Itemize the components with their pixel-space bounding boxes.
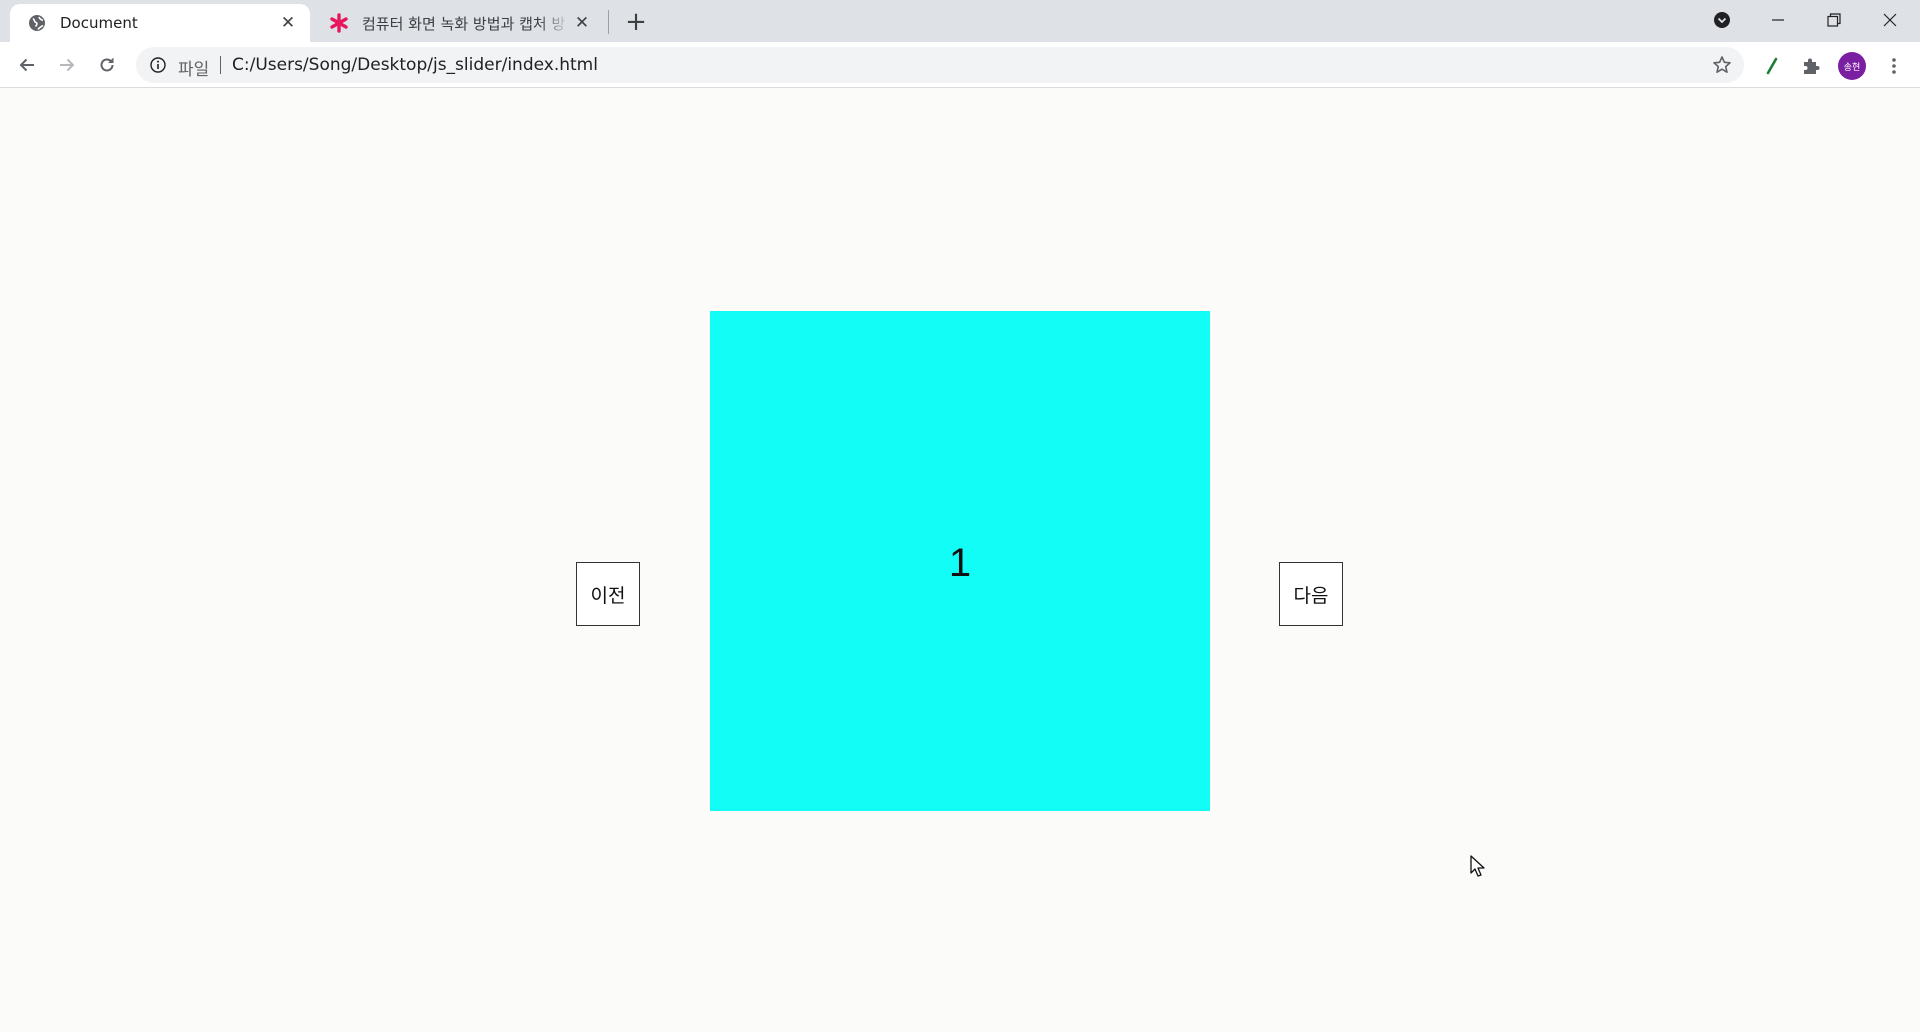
- tab-close-icon[interactable]: ✕: [276, 11, 300, 35]
- tab-document[interactable]: Document ✕: [10, 4, 310, 42]
- restore-icon[interactable]: [1806, 0, 1862, 40]
- tab-close-icon[interactable]: ✕: [570, 11, 594, 35]
- mouse-cursor-icon: [1470, 855, 1485, 877]
- info-icon[interactable]: [148, 55, 168, 75]
- address-bar[interactable]: 파일 C:/Users/Song/Desktop/js_slider/index…: [136, 47, 1744, 83]
- tab-screen-recording[interactable]: 컴퓨터 화면 녹화 방법과 캡처 방 ✕: [312, 4, 604, 42]
- minimize-icon[interactable]: [1750, 0, 1806, 40]
- tab-title: Document: [60, 14, 138, 32]
- new-tab-plus-icon[interactable]: +: [622, 7, 650, 37]
- globe-icon: [26, 12, 48, 34]
- url-scheme-label: 파일: [178, 60, 210, 80]
- tab-divider: [608, 10, 609, 34]
- slide-number: 1: [948, 541, 972, 585]
- address-divider: [220, 56, 221, 74]
- forward-arrow-icon[interactable]: [51, 49, 83, 81]
- tab-title: 컴퓨터 화면 녹화 방법과 캡처 방: [362, 14, 566, 33]
- extension-pen-icon[interactable]: [1758, 52, 1786, 80]
- slide-panel: 1: [710, 311, 1210, 811]
- page-viewport: 1 이전 다음: [0, 89, 1920, 1032]
- window-close-icon[interactable]: [1862, 0, 1918, 40]
- url-text[interactable]: C:/Users/Song/Desktop/js_slider/index.ht…: [232, 55, 598, 75]
- next-button[interactable]: 다음: [1279, 562, 1343, 626]
- asterisk-icon: [328, 12, 350, 34]
- bookmark-star-icon[interactable]: [1710, 53, 1734, 77]
- tab-strip: Document ✕ 컴퓨터 화면 녹화 방법과 캡처 방 ✕ +: [0, 0, 1920, 42]
- tab-search-icon[interactable]: [1694, 0, 1750, 40]
- browser-toolbar: 파일 C:/Users/Song/Desktop/js_slider/index…: [0, 42, 1920, 88]
- extensions-puzzle-icon[interactable]: [1797, 52, 1825, 80]
- profile-avatar[interactable]: 송현: [1838, 52, 1866, 80]
- back-arrow-icon[interactable]: [11, 49, 43, 81]
- kebab-menu-icon[interactable]: [1880, 52, 1908, 80]
- prev-button[interactable]: 이전: [576, 562, 640, 626]
- reload-icon[interactable]: [91, 49, 123, 81]
